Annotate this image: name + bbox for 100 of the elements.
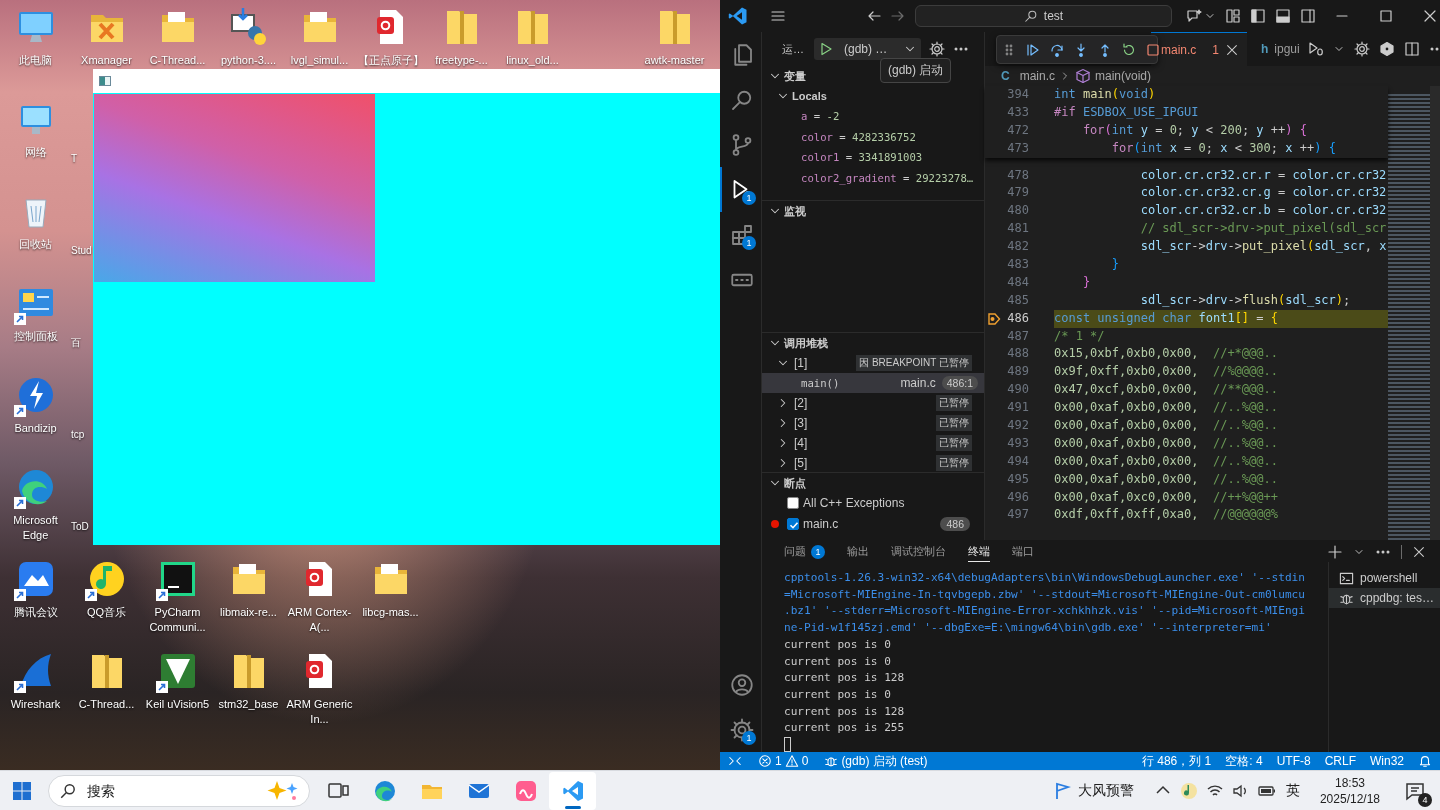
- variable-value: 3341891003: [858, 151, 923, 164]
- equals-sign: =: [845, 151, 853, 164]
- thread-row[interactable]: [4] 已暂停: [762, 433, 984, 453]
- section-header[interactable]: Locals: [762, 86, 833, 106]
- desktop-icon-label[interactable]: stm32_base: [218, 697, 279, 712]
- editor-tab[interactable]: main.c 1: [1151, 32, 1247, 66]
- clock-date[interactable]: 2025/12/18: [1319, 790, 1380, 807]
- blocks-icon: [729, 222, 754, 247]
- equals-sign: =: [813, 110, 821, 123]
- thread-row[interactable]: [3] 已暂停: [762, 413, 984, 433]
- maximize-icon[interactable]: [1378, 8, 1394, 24]
- chat-icon[interactable]: [1186, 8, 1202, 24]
- breadcrumb-item[interactable]: main(void): [1095, 69, 1152, 83]
- checkbox[interactable]: [787, 497, 799, 510]
- hexagon-icon[interactable]: [1378, 41, 1395, 57]
- desktop-icon-label[interactable]: QQ音乐: [86, 605, 127, 620]
- restart-icon[interactable]: [1121, 41, 1137, 58]
- paused-status-badge: 已暂停: [936, 415, 972, 431]
- activity-bar-item[interactable]: 1: [720, 707, 761, 752]
- editor-tab[interactable]: h ipgui: [1247, 32, 1308, 66]
- code-line: sdl_scr->drv->flush(sdl_scr);: [1139, 291, 1352, 309]
- input-method-indicator[interactable]: 英: [1285, 781, 1300, 800]
- plus-icon[interactable]: [1327, 544, 1343, 560]
- split-editor-icon[interactable]: [1403, 41, 1420, 57]
- close-icon[interactable]: [1422, 8, 1438, 24]
- panel-tab[interactable]: 端口: [1012, 542, 1034, 562]
- menu-icon[interactable]: [770, 8, 786, 24]
- desktop-icon-label[interactable]: Bandizip: [14, 421, 57, 436]
- weather-widget[interactable]: 大风预警: [1051, 780, 1134, 801]
- breadcrumb-item[interactable]: main.c: [1019, 69, 1055, 83]
- start-icon[interactable]: [12, 780, 32, 801]
- desktop-icon-label[interactable]: Microsoft Edge: [0, 513, 71, 543]
- taskbar-search-field[interactable]: 搜索: [48, 774, 310, 807]
- layout-icon[interactable]: [1250, 8, 1266, 24]
- status-item[interactable]: 行 486，列 1: [1141, 752, 1212, 770]
- panel-tab[interactable]: 调试控制台: [891, 542, 946, 562]
- text-cursor: [784, 737, 791, 753]
- code-line: color.cr.cr32.cr.g = color.cr.cr32: [1139, 184, 1388, 202]
- layout-icon[interactable]: [1225, 8, 1241, 24]
- line-number: 494: [1006, 452, 1029, 470]
- settings-icon[interactable]: [929, 41, 945, 57]
- taskbar-app-button[interactable]: [549, 771, 596, 810]
- thread-row[interactable]: [2] 已暂停: [762, 393, 984, 413]
- desktop-icon-label[interactable]: ARM Generic In...: [284, 697, 355, 727]
- scrollbar-track[interactable]: [1430, 86, 1440, 540]
- line-number: 492: [1006, 417, 1029, 435]
- breakpoint-label[interactable]: main.c: [803, 516, 941, 531]
- bell-icon[interactable]: [1418, 754, 1432, 768]
- status-item[interactable]: CRLF: [1324, 754, 1356, 768]
- code-line: 0x00,0xaf,0xb0,0x00, //..%@@..: [1054, 434, 1279, 452]
- code-line: }: [1081, 273, 1092, 291]
- desktop-icon-label[interactable]: Wireshark: [10, 697, 61, 712]
- panel-tab[interactable]: 输出: [847, 542, 869, 562]
- settings-icon[interactable]: [1353, 41, 1370, 57]
- section-header[interactable]: 调用堆栈: [762, 333, 834, 353]
- search-input-field[interactable]: 搜索: [85, 781, 267, 800]
- thread-row[interactable]: [5] 已暂停: [762, 453, 984, 473]
- panel-tab[interactable]: 终端: [968, 542, 990, 562]
- thread-row[interactable]: [1] 因 BREAKPOINT 已暂停: [762, 353, 984, 373]
- config-dropdown[interactable]: (gdb) …: [838, 42, 921, 56]
- desktop-icon-label[interactable]: libmaix-re...: [220, 605, 277, 620]
- layout-icon[interactable]: [1300, 8, 1316, 24]
- terminal-tab[interactable]: powershell: [1329, 568, 1440, 588]
- variable-row[interactable]: color = 4282336752: [762, 126, 984, 147]
- desktop-icon-label[interactable]: PyCharm Communi...: [142, 605, 213, 635]
- debug-status[interactable]: (gdb) 启动 (test): [816, 752, 936, 770]
- close-icon[interactable]: [1412, 545, 1426, 559]
- close-icon[interactable]: [1225, 42, 1239, 57]
- status-item[interactable]: Win32: [1370, 754, 1404, 768]
- command-center-search[interactable]: test: [915, 5, 1172, 27]
- checkbox[interactable]: [787, 517, 799, 530]
- section-header[interactable]: 变量: [762, 66, 812, 86]
- status-item[interactable]: UTF-8: [1276, 754, 1311, 768]
- desktop-icon-label[interactable]: ARM Cortex-A(...: [284, 605, 355, 635]
- section-header[interactable]: 监视: [762, 201, 812, 221]
- breakpoint-label[interactable]: All C++ Exceptions: [803, 496, 970, 511]
- activity-bar-item[interactable]: 1: [720, 212, 761, 257]
- stack-frame-row[interactable]: main() main.c 486:1: [762, 373, 984, 393]
- play-bug-icon[interactable]: [1307, 41, 1324, 57]
- stop-icon[interactable]: [1145, 41, 1161, 58]
- desktop-icon-label[interactable]: tcp: [71, 427, 85, 442]
- line-number: 478: [1006, 166, 1029, 184]
- panel-tab[interactable]: 问题 1: [784, 542, 825, 562]
- variable-row[interactable]: a = -2: [762, 106, 984, 127]
- desktop-icon-label[interactable]: ToD: [71, 519, 89, 534]
- problems-status[interactable]: 1 0: [750, 754, 817, 768]
- section-header[interactable]: 断点: [762, 473, 812, 493]
- variable-row[interactable]: color2_gradient = 29223278…: [762, 167, 984, 188]
- variable-row[interactable]: color1 = 3341891003: [762, 147, 984, 168]
- installer-icon[interactable]: [228, 7, 269, 47]
- clock-time[interactable]: 18:53: [1334, 774, 1365, 791]
- status-item[interactable]: 空格: 4: [1225, 752, 1263, 770]
- layout-icon[interactable]: [1275, 8, 1291, 24]
- desktop-icon-label[interactable]: libcg-mas...: [362, 605, 419, 620]
- terminal-tab[interactable]: cppdbg: tes…: [1329, 588, 1440, 608]
- desktop-icon-label[interactable]: 腾讯会议: [13, 605, 58, 620]
- code-line: int main(void): [1054, 86, 1157, 103]
- desktop-icon-label[interactable]: Keil uVision5: [145, 697, 210, 712]
- desktop-icon-label[interactable]: C-Thread...: [78, 697, 135, 712]
- code-line: 0xdf,0xff,0xff,0xa0, //@@@@@@%: [1054, 506, 1279, 524]
